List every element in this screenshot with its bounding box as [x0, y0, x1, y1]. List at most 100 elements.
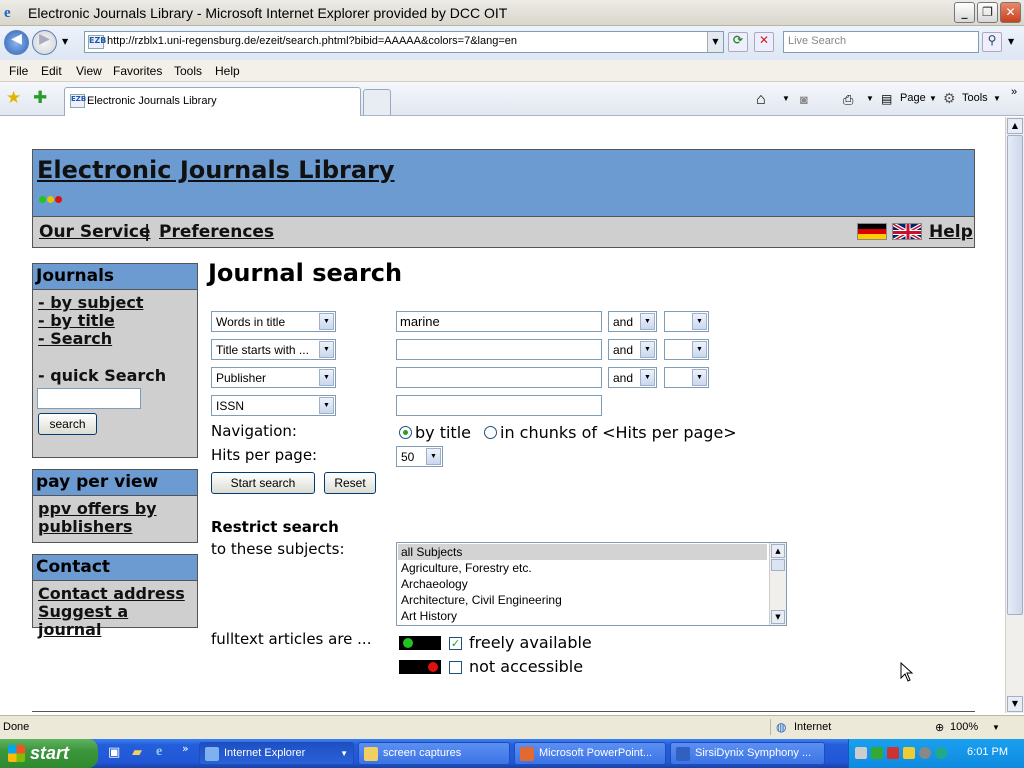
scroll-up-icon[interactable]: ▲: [1007, 118, 1023, 134]
reset-button[interactable]: Reset: [324, 472, 376, 494]
back-button[interactable]: ◀: [4, 30, 29, 55]
operator-select-3[interactable]: and ▼: [608, 367, 657, 388]
site-title-link[interactable]: Electronic Journals Library: [37, 156, 395, 184]
extra-select-2[interactable]: ▼: [664, 339, 709, 360]
subject-list-thumb[interactable]: [771, 559, 785, 571]
operator-select-2[interactable]: and ▼: [608, 339, 657, 360]
address-bar[interactable]: EZB http://rzblx1.uni-regensburg.de/ezei…: [84, 31, 724, 53]
page-menu[interactable]: Page: [900, 92, 926, 104]
suggest-journal-link[interactable]: Suggest a journal: [33, 603, 197, 639]
page-dropdown[interactable]: ▼: [929, 94, 937, 103]
refresh-button[interactable]: ⟳: [728, 32, 748, 52]
task-screen-captures[interactable]: screen captures: [358, 742, 510, 765]
quicklaunch-desktop-icon[interactable]: ▣: [108, 745, 120, 760]
quicklaunch-more-icon[interactable]: »: [182, 742, 189, 755]
search-term-input-1[interactable]: marine: [396, 311, 602, 332]
chevron-down-icon[interactable]: ▼: [771, 610, 785, 624]
subject-option[interactable]: Agriculture, Forestry etc.: [398, 560, 767, 576]
subject-listbox[interactable]: all Subjects Agriculture, Forestry etc. …: [396, 542, 787, 626]
quicklaunch-ie-icon[interactable]: e: [156, 744, 162, 760]
page-scrollbar[interactable]: ▲ ▼: [1005, 117, 1024, 713]
subject-option[interactable]: all Subjects: [398, 544, 767, 560]
quick-search-button[interactable]: search: [38, 413, 97, 435]
stop-button[interactable]: ✕: [754, 32, 774, 52]
tray-update-icon[interactable]: [935, 747, 947, 759]
contact-address-link[interactable]: Contact address: [33, 585, 197, 603]
search-term-input-4[interactable]: [396, 395, 602, 416]
forward-button[interactable]: ▶: [32, 30, 57, 55]
nav-chunks-radio[interactable]: [484, 426, 497, 439]
task-sirsidynix[interactable]: SirsiDynix Symphony ...: [670, 742, 825, 765]
field-select-4[interactable]: ISSN ▼: [211, 395, 336, 416]
help-link[interactable]: Help: [929, 222, 973, 242]
start-search-button[interactable]: Start search: [211, 472, 315, 494]
chevron-more-icon[interactable]: »: [1011, 86, 1017, 98]
german-flag-icon[interactable]: [857, 223, 887, 240]
operator-select-1[interactable]: and ▼: [608, 311, 657, 332]
address-dropdown[interactable]: ▼: [707, 32, 723, 52]
uk-flag-icon[interactable]: [892, 223, 922, 240]
tab-electronic-journals-library[interactable]: EZB Electronic Journals Library: [64, 87, 361, 116]
search-options-dropdown[interactable]: ▼: [1008, 37, 1014, 46]
menu-favorites[interactable]: Favorites: [113, 64, 162, 78]
restore-button[interactable]: ❐: [977, 2, 998, 23]
hits-per-page-select[interactable]: 50 ▼: [396, 446, 443, 467]
home-icon[interactable]: ⌂: [756, 91, 766, 109]
zoom-dropdown[interactable]: ▼: [992, 723, 1000, 732]
search-term-input-3[interactable]: [396, 367, 602, 388]
extra-select-1[interactable]: ▼: [664, 311, 709, 332]
subject-option[interactable]: Architecture, Civil Engineering: [398, 592, 767, 608]
menu-tools[interactable]: Tools: [174, 64, 202, 78]
tools-menu[interactable]: Tools: [962, 92, 988, 104]
scroll-thumb[interactable]: [1007, 135, 1023, 615]
chevron-up-icon[interactable]: ▲: [771, 544, 785, 558]
search-icon[interactable]: ⚲: [982, 32, 1002, 52]
close-button[interactable]: ✕: [1000, 2, 1021, 23]
add-favorites-icon[interactable]: ✚: [33, 88, 47, 108]
home-dropdown[interactable]: ▼: [782, 94, 790, 103]
quicklaunch-folder-icon[interactable]: ▰: [132, 745, 142, 760]
search-link[interactable]: - Search: [33, 330, 197, 348]
tray-network-icon[interactable]: [855, 747, 867, 759]
field-select-2[interactable]: Title starts with ... ▼: [211, 339, 336, 360]
menu-help[interactable]: Help: [215, 64, 240, 78]
menu-view[interactable]: View: [76, 64, 102, 78]
live-search-input[interactable]: Live Search: [783, 31, 979, 53]
new-tab-button[interactable]: [363, 89, 391, 115]
menu-edit[interactable]: Edit: [41, 64, 62, 78]
nav-by-title-radio[interactable]: [399, 426, 412, 439]
field-select-3[interactable]: Publisher ▼: [211, 367, 336, 388]
field-select-1[interactable]: Words in title ▼: [211, 311, 336, 332]
minimize-button[interactable]: _: [954, 2, 975, 23]
ppv-offers-link[interactable]: ppv offers by publishers: [33, 500, 183, 536]
search-term-input-2[interactable]: [396, 339, 602, 360]
scroll-down-icon[interactable]: ▼: [1007, 696, 1023, 712]
start-button[interactable]: start: [0, 739, 98, 768]
print-dropdown[interactable]: ▼: [866, 94, 874, 103]
tray-security-icon[interactable]: [903, 747, 915, 759]
by-title-link[interactable]: - by title: [33, 312, 197, 330]
print-icon[interactable]: ⎙: [843, 92, 853, 108]
our-service-link[interactable]: Our Service: [39, 222, 151, 242]
tray-app-icon[interactable]: [871, 747, 883, 759]
quick-search-input[interactable]: [37, 388, 141, 409]
by-subject-link[interactable]: - by subject: [33, 294, 197, 312]
favorites-star-icon[interactable]: ★: [6, 88, 21, 108]
extra-select-3[interactable]: ▼: [664, 367, 709, 388]
menu-file[interactable]: File: [9, 64, 28, 78]
tray-sound-icon[interactable]: [919, 747, 931, 759]
feeds-icon[interactable]: ◙: [800, 92, 808, 107]
tray-shield-icon[interactable]: [887, 747, 899, 759]
subject-list-scrollbar[interactable]: ▲ ▼: [769, 543, 786, 625]
not-accessible-checkbox[interactable]: [449, 661, 462, 674]
address-input[interactable]: http://rzblx1.uni-regensburg.de/ezeit/se…: [107, 35, 517, 47]
subject-option[interactable]: Archaeology: [398, 576, 767, 592]
subject-option[interactable]: Art History: [398, 608, 767, 624]
freely-available-checkbox[interactable]: ✓: [449, 637, 462, 650]
task-internet-explorer[interactable]: Internet Explorer ▼: [199, 742, 354, 765]
recent-pages-dropdown[interactable]: ▼: [62, 37, 68, 46]
tools-dropdown[interactable]: ▼: [993, 94, 1001, 103]
zoom-level[interactable]: 100%: [950, 721, 978, 733]
task-powerpoint[interactable]: Microsoft PowerPoint...: [514, 742, 666, 765]
preferences-link[interactable]: Preferences: [159, 222, 274, 242]
